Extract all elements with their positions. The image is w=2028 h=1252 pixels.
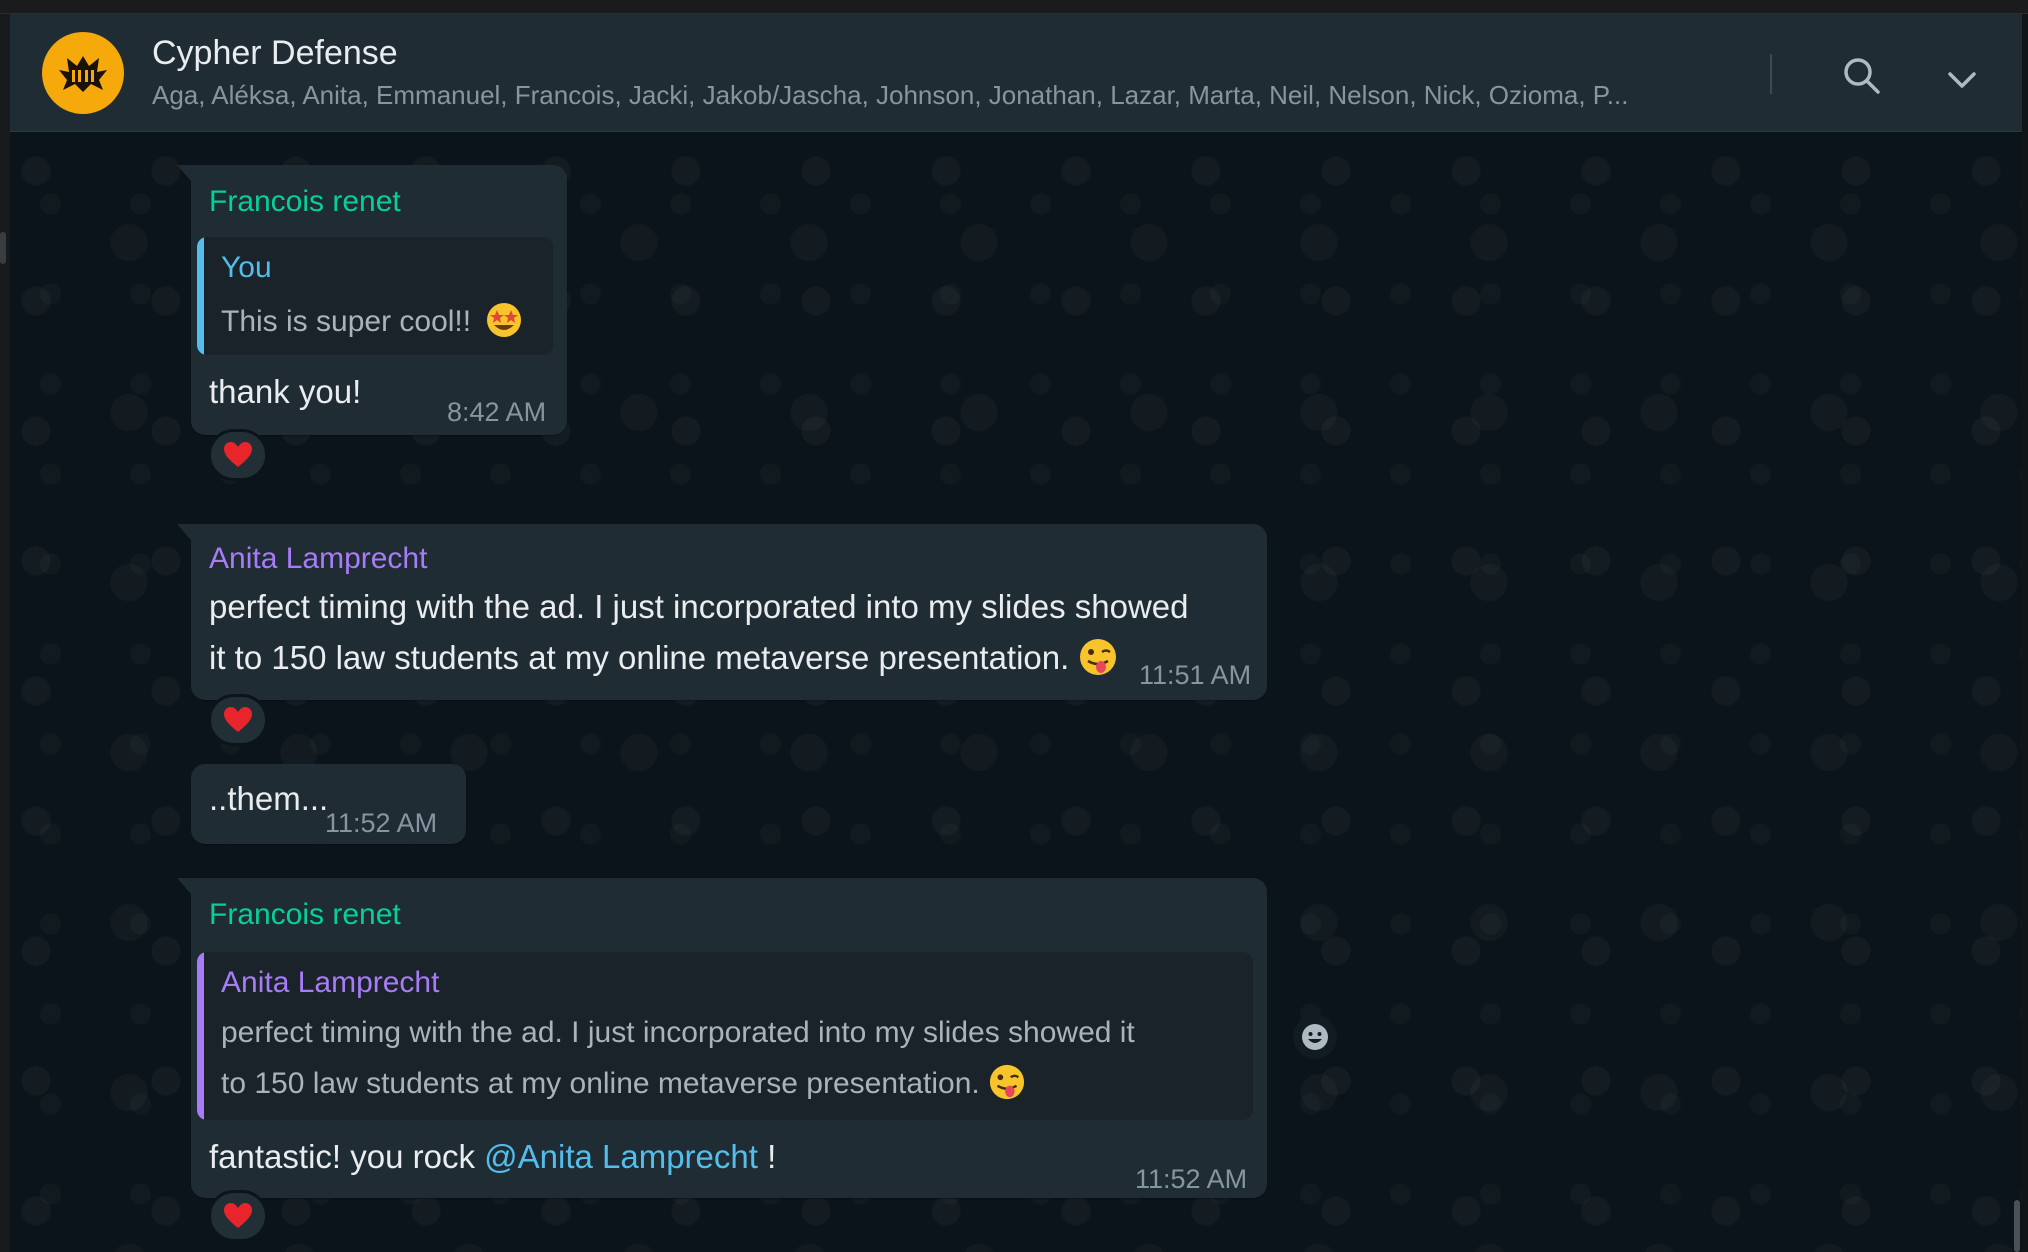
mention-link[interactable]: @Anita Lamprecht [484, 1138, 758, 1175]
chat-scrollbar[interactable] [2014, 1200, 2020, 1252]
message-bubble[interactable]: Francois renet Anita Lamprecht perfect t… [177, 878, 1267, 1198]
quote-text-content: to 150 law students at my online metaver… [221, 1067, 980, 1100]
quote-text-line: perfect timing with the ad. I just incor… [221, 1016, 1135, 1049]
message-text[interactable]: thank you! [209, 373, 361, 411]
message-bubble[interactable]: ..them... 11:52 AM [191, 764, 466, 844]
quote-sender: You [221, 251, 272, 284]
os-menu-bar [0, 0, 2028, 14]
message-text[interactable]: fantastic! you rock @Anita Lamprecht ! [209, 1138, 776, 1176]
message-text[interactable]: ..them... [209, 780, 328, 818]
reaction-badge[interactable] [208, 1190, 268, 1242]
left-panel-edge [0, 14, 10, 1252]
message-sender[interactable]: Francois renet [209, 898, 401, 932]
chevron-down-icon [1948, 72, 1976, 88]
reaction-badge[interactable] [208, 429, 268, 481]
group-members-list[interactable]: Aga, Aléksa, Anita, Emmanuel, Francois, … [152, 80, 1712, 111]
message-text-content: it to 150 law students at my online meta… [209, 639, 1070, 676]
heart-icon [224, 1203, 252, 1228]
message-time: 11:52 AM [325, 808, 438, 838]
quoted-message[interactable]: You This is super cool!! [197, 237, 553, 355]
quote-sender: Anita Lamprecht [221, 966, 440, 999]
window-edge [2022, 14, 2028, 1252]
message-text-line[interactable]: perfect timing with the ad. I just incor… [209, 588, 1188, 626]
message-sender[interactable]: Anita Lamprecht [209, 542, 427, 576]
quote-bar [197, 237, 204, 355]
message-sender[interactable]: Francois renet [209, 185, 401, 219]
star-struck-emoji-icon [487, 303, 522, 337]
quote-text: This is super cool!! [221, 301, 523, 339]
message-text-content: fantastic! you rock [209, 1138, 485, 1175]
quote-text-content: This is super cool!! [221, 305, 472, 338]
quote-bar [197, 952, 204, 1120]
group-avatar[interactable] [42, 32, 124, 114]
chat-header[interactable]: Cypher Defense Aga, Aléksa, Anita, Emman… [10, 14, 2022, 132]
quoted-message[interactable]: Anita Lamprecht perfect timing with the … [197, 952, 1253, 1120]
menu-button[interactable] [1940, 58, 1984, 102]
reaction-badge[interactable] [208, 694, 268, 746]
message-list[interactable]: Francois renet You This is super cool!! … [10, 132, 2022, 1252]
message-time: 8:42 AM [447, 397, 547, 427]
left-panel-scrollbar[interactable] [0, 232, 6, 264]
header-divider [1770, 54, 1772, 94]
message-bubble[interactable]: Francois renet You This is super cool!! … [177, 165, 567, 435]
quote-text-line: to 150 law students at my online metaver… [221, 1063, 1026, 1101]
heart-icon [224, 707, 252, 732]
message-text-line[interactable]: it to 150 law students at my online meta… [209, 637, 1118, 677]
message-bubble[interactable]: Anita Lamprecht perfect timing with the … [177, 524, 1267, 700]
winking-tongue-emoji-icon [1080, 639, 1117, 675]
message-time: 11:52 AM [1135, 1164, 1248, 1194]
cypher-logo-icon [59, 56, 107, 92]
message-text-suffix: ! [757, 1138, 777, 1175]
search-button[interactable] [1840, 54, 1884, 98]
group-title[interactable]: Cypher Defense [152, 34, 398, 73]
winking-tongue-emoji-icon [990, 1064, 1025, 1100]
search-icon [1844, 58, 1880, 94]
react-button[interactable] [1293, 1015, 1337, 1059]
smiley-icon [1302, 1024, 1328, 1050]
message-time: 11:51 AM [1139, 660, 1252, 690]
heart-icon [224, 442, 252, 467]
